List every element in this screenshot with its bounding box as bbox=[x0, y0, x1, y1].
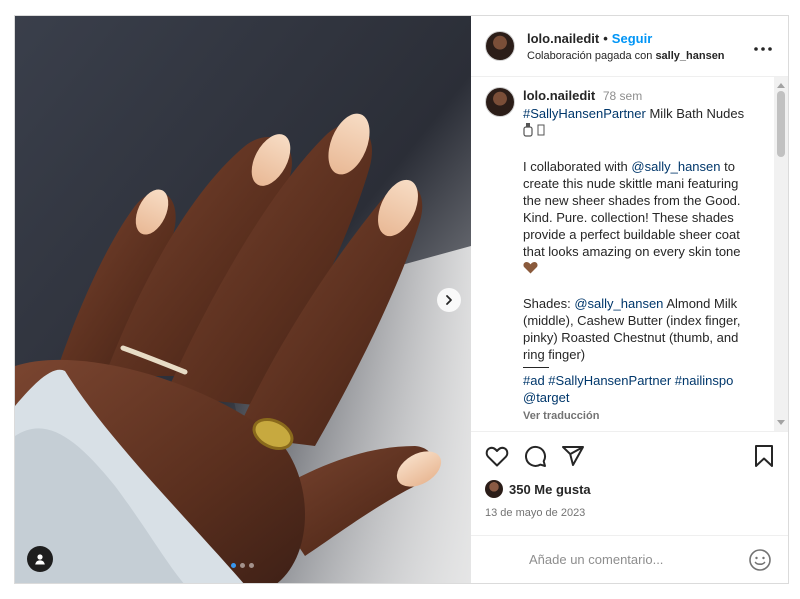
post-side-panel: lolo.nailedit • Seguir Colaboración paga… bbox=[471, 16, 788, 583]
like-button[interactable] bbox=[485, 445, 509, 467]
caption-area: lolo.nailedit 78 sem #SallyHansenPartner… bbox=[471, 77, 788, 431]
follow-button[interactable]: Seguir bbox=[612, 31, 652, 46]
author-username[interactable]: lolo.nailedit bbox=[527, 31, 599, 46]
header-row: lolo.nailedit • Seguir bbox=[527, 31, 725, 46]
scroll-up-arrow[interactable] bbox=[777, 83, 785, 88]
caption-para2-prefix: Shades: bbox=[523, 295, 575, 311]
likes-row[interactable]: 350 Me gusta bbox=[485, 480, 774, 498]
carousel-dot bbox=[249, 563, 254, 568]
hand-emoji-icon bbox=[537, 123, 545, 140]
hashtags-link[interactable]: #ad #SallyHansenPartner #nailinspo bbox=[523, 373, 733, 388]
nail-polish-emoji-icon bbox=[523, 122, 533, 141]
caption-text: lolo.nailedit 78 sem #SallyHansenPartner… bbox=[523, 87, 751, 431]
caption-time[interactable]: 78 sem bbox=[603, 89, 642, 103]
next-slide-button[interactable] bbox=[437, 288, 461, 312]
post-photo bbox=[15, 16, 471, 583]
caption-avatar[interactable] bbox=[485, 87, 515, 117]
scroll-down-arrow[interactable] bbox=[777, 420, 785, 425]
post-dialog: lolo.nailedit • Seguir Colaboración paga… bbox=[14, 15, 789, 584]
post-date[interactable]: 13 de mayo de 2023 bbox=[485, 507, 774, 519]
partner-link[interactable]: sally_hansen bbox=[655, 50, 724, 62]
divider bbox=[523, 366, 549, 368]
hashtag-link[interactable]: #SallyHansenPartner bbox=[523, 106, 646, 121]
comment-button[interactable] bbox=[523, 444, 547, 468]
carousel-dot bbox=[231, 563, 236, 568]
comment-input[interactable] bbox=[527, 551, 748, 568]
caption-title: Milk Bath Nudes bbox=[645, 106, 745, 121]
separator-dot: • bbox=[603, 30, 608, 46]
paid-partnership-label: Colaboración pagada con sally_hansen bbox=[527, 50, 725, 62]
scroll-thumb[interactable] bbox=[777, 91, 785, 157]
post-media[interactable] bbox=[15, 16, 471, 583]
action-bar bbox=[485, 444, 774, 468]
carousel-indicator bbox=[231, 563, 254, 568]
emoji-icon bbox=[749, 548, 771, 571]
mention-link[interactable]: @sally_hansen bbox=[574, 296, 663, 311]
avatar[interactable] bbox=[485, 31, 515, 61]
tagged-users-button[interactable] bbox=[27, 546, 53, 572]
share-icon bbox=[562, 446, 584, 466]
liker-avatar bbox=[485, 480, 503, 498]
scrollbar[interactable] bbox=[774, 77, 788, 431]
carousel-dot bbox=[240, 563, 245, 568]
comment-box bbox=[471, 535, 788, 583]
more-icon bbox=[754, 47, 772, 51]
bookmark-icon bbox=[755, 445, 773, 467]
see-translation-button[interactable]: Ver traducción bbox=[523, 408, 751, 425]
brown-heart-emoji-icon bbox=[523, 261, 538, 278]
header-names: lolo.nailedit • Seguir Colaboración paga… bbox=[527, 31, 725, 62]
share-button[interactable] bbox=[561, 444, 585, 468]
actions-area: 350 Me gusta 13 de mayo de 2023 bbox=[471, 431, 788, 537]
save-button[interactable] bbox=[754, 444, 774, 468]
chevron-right-icon bbox=[446, 295, 452, 305]
caption-para1-prefix: I collaborated with bbox=[523, 158, 632, 174]
paid-partnership-prefix: Colaboración pagada con bbox=[527, 49, 653, 62]
emoji-picker-button[interactable] bbox=[748, 548, 772, 572]
mention-link[interactable]: @sally_hansen bbox=[631, 159, 720, 174]
comment-icon bbox=[525, 445, 546, 467]
caption-username[interactable]: lolo.nailedit bbox=[523, 88, 595, 103]
post-header: lolo.nailedit • Seguir Colaboración paga… bbox=[471, 16, 788, 77]
target-mention-link[interactable]: @target bbox=[523, 390, 569, 405]
user-tag-icon bbox=[35, 554, 45, 565]
likes-count[interactable]: 350 Me gusta bbox=[509, 482, 591, 497]
more-options-button[interactable] bbox=[754, 38, 772, 56]
heart-icon bbox=[485, 446, 509, 467]
